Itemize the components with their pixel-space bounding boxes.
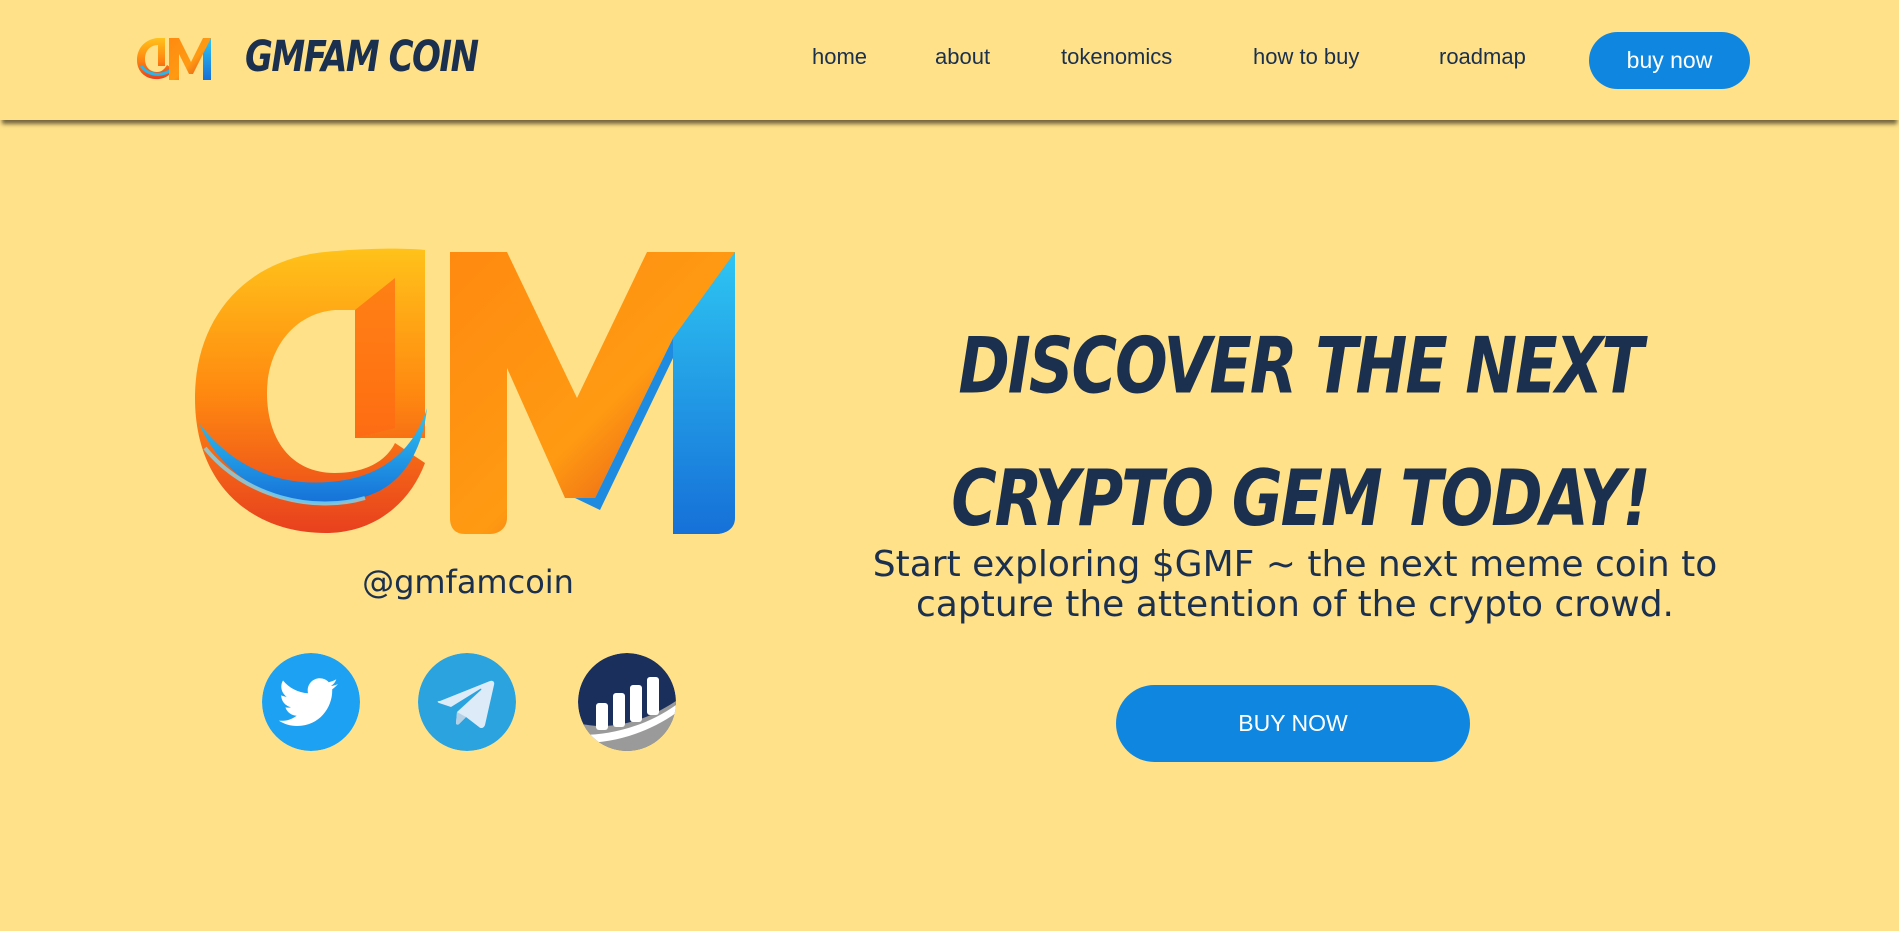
hero-headline-line-1: DISCOVER THE NEXT [958,320,1643,412]
twitter-icon [262,653,360,751]
telegram-link[interactable] [418,653,516,751]
twitter-handle: @gmfamcoin [362,563,574,601]
header-buy-now-button[interactable]: buy now [1589,32,1750,89]
nav-home[interactable]: home [812,42,867,72]
hero-headline: DISCOVER THE NEXT CRYPTO GEM TODAY! [940,300,1660,565]
brand-name: GMFAM COIN [245,32,479,82]
chart-link[interactable] [578,653,676,751]
twitter-link[interactable] [262,653,360,751]
hero-subtext: Start exploring $GMF ~ the next meme coi… [872,544,1718,625]
site-header: GMFAM COIN home about tokenomics how to … [0,0,1899,120]
nav-how-to-buy[interactable]: how to buy [1253,42,1359,72]
chart-icon [578,653,676,751]
nav-roadmap[interactable]: roadmap [1439,42,1526,72]
hero-buy-now-button[interactable]: BUY NOW [1116,685,1470,762]
brand[interactable]: GMFAM COIN [137,32,479,82]
gm-logo-icon [137,38,211,80]
nav-about[interactable]: about [935,42,990,72]
gm-hero-logo-icon [195,248,735,534]
telegram-icon [418,653,516,751]
nav-tokenomics[interactable]: tokenomics [1061,42,1172,72]
